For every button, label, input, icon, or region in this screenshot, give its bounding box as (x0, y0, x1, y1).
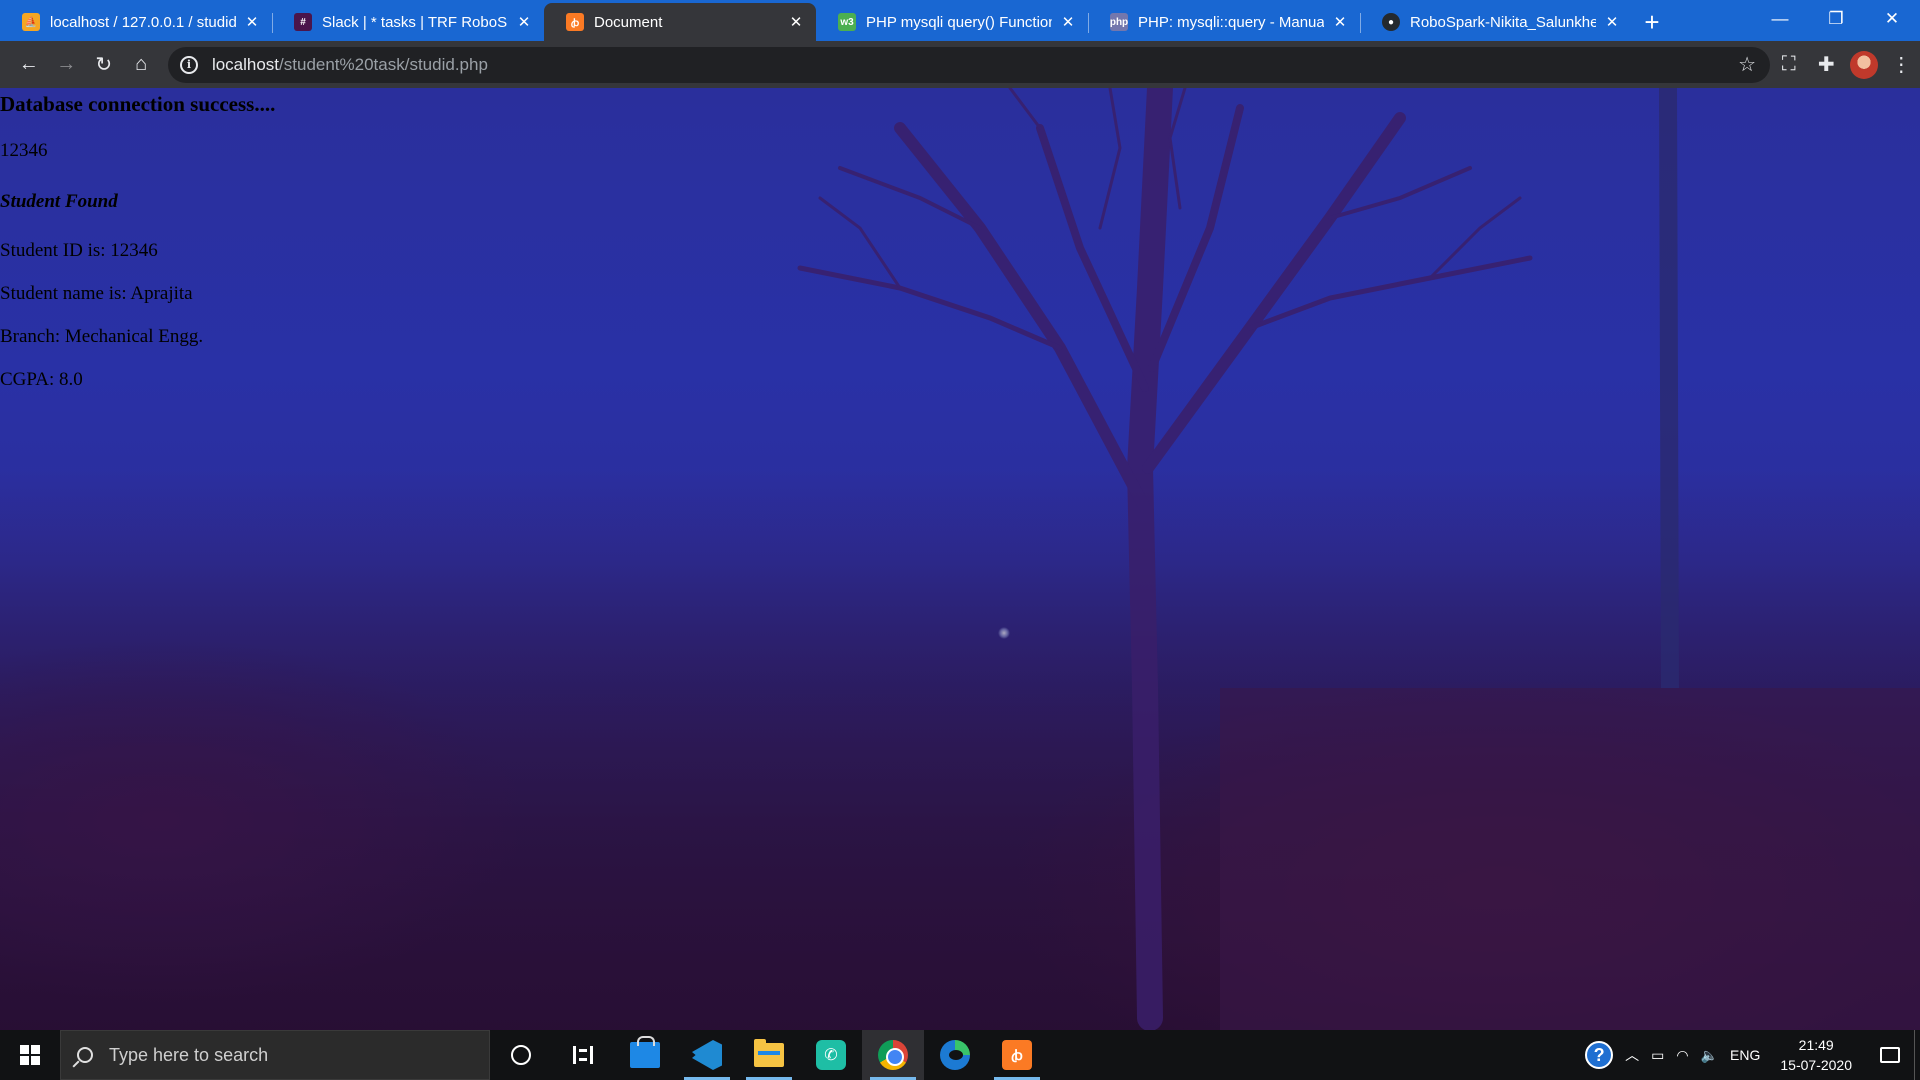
github-icon: ● (1382, 13, 1400, 31)
url-path: /student%20task/studid.php (279, 54, 488, 74)
xampp-button[interactable]: ꞗ (986, 1030, 1048, 1080)
tab-w3schools[interactable]: w3 PHP mysqli query() Function ✕ (816, 3, 1088, 41)
system-tray: ? ︿ ▭ ◠ 🔈 ENG 21:49 15-07-2020 (1579, 1030, 1920, 1080)
chrome-icon (878, 1040, 908, 1070)
echoed-id: 12346 (0, 140, 48, 161)
action-center-button[interactable] (1866, 1030, 1914, 1080)
search-icon (77, 1047, 93, 1063)
wifi-icon[interactable]: ◠ (1670, 1030, 1694, 1080)
tab-document[interactable]: ꞗ Document ✕ (544, 3, 816, 41)
clock[interactable]: 21:49 15-07-2020 (1766, 1035, 1866, 1075)
back-button[interactable]: ← (10, 46, 47, 84)
battery-icon[interactable]: ▭ (1645, 1030, 1670, 1080)
windows-taskbar: Type here to search ✆ ꞗ ? ︿ ▭ ◠ 🔈 ENG 21… (0, 1030, 1920, 1080)
page-viewport: Database connection success.... 12346 St… (0, 88, 1920, 1030)
edge-button[interactable] (924, 1030, 986, 1080)
show-desktop-button[interactable] (1914, 1030, 1920, 1080)
student-id-text: Student ID is: 12346 (0, 240, 158, 261)
tab-strip: ⛵ localhost / 127.0.0.1 / studid ✕ # Sla… (0, 0, 1920, 41)
help-button[interactable]: ? (1579, 1030, 1619, 1080)
tab-title: RoboSpark-Nikita_Salunkhe/ (1410, 13, 1596, 31)
language-indicator[interactable]: ENG (1724, 1030, 1766, 1080)
forward-button[interactable]: → (47, 46, 84, 84)
tab-title: PHP: mysqli::query - Manual (1138, 13, 1324, 31)
chevron-up-icon[interactable]: ︿ (1619, 1030, 1645, 1080)
slack-icon: # (294, 13, 312, 31)
address-bar[interactable]: i localhost/student%20task/studid.php ☆ (167, 46, 1771, 83)
tab-title: PHP mysqli query() Function (866, 13, 1052, 31)
tab-title: Document (594, 13, 663, 31)
close-icon[interactable]: ✕ (514, 12, 534, 32)
whatsapp-button[interactable]: ✆ (800, 1030, 862, 1080)
help-icon: ? (1585, 1041, 1614, 1069)
tab-php-manual[interactable]: php PHP: mysqli::query - Manual ✕ (1088, 3, 1360, 41)
store-icon (630, 1036, 660, 1068)
minimize-button[interactable]: — (1752, 0, 1808, 38)
windows-logo-icon (20, 1045, 40, 1065)
php-icon: php (1110, 13, 1128, 31)
notification-icon (1880, 1047, 1900, 1063)
xampp-icon: ꞗ (566, 13, 584, 31)
volume-icon[interactable]: 🔈 (1695, 1030, 1724, 1080)
browser-toolbar: ← → ↻ ⌂ i localhost/student%20task/studi… (0, 41, 1920, 88)
tab-slack[interactable]: # Slack | * tasks | TRF RoboSpark ✕ (272, 3, 544, 41)
branch-text: Branch: Mechanical Engg. (0, 326, 204, 347)
student-found-label: Student Found (0, 191, 118, 212)
vscode-icon (692, 1040, 722, 1070)
tab-title: Slack | * tasks | TRF RoboSpark (322, 13, 508, 31)
avatar (1849, 50, 1878, 79)
taskbar-search-box[interactable]: Type here to search (60, 1030, 490, 1080)
tab-phpmyadmin[interactable]: ⛵ localhost / 127.0.0.1 / studid ✕ (0, 3, 272, 41)
chrome-button[interactable] (862, 1030, 924, 1080)
w3schools-icon: w3 (838, 13, 856, 31)
edge-icon (940, 1040, 970, 1070)
start-button[interactable] (0, 1030, 60, 1080)
clock-date: 15-07-2020 (1780, 1057, 1852, 1073)
tab-github[interactable]: ● RoboSpark-Nikita_Salunkhe/ ✕ (1360, 3, 1632, 41)
window-controls: — ❐ ✕ (1752, 0, 1920, 38)
connection-status-heading: Database connection success.... (0, 92, 276, 116)
student-name-text: Student name is: Aprajita (0, 283, 193, 304)
tab-title: localhost / 127.0.0.1 / studid (50, 13, 236, 31)
profile-avatar[interactable] (1845, 46, 1882, 84)
folder-icon (754, 1039, 784, 1067)
clock-time: 21:49 (1798, 1037, 1834, 1053)
restore-button[interactable]: ❐ (1808, 0, 1864, 38)
reload-button[interactable]: ↻ (85, 46, 122, 84)
bookmark-star-icon[interactable]: ☆ (1738, 52, 1756, 77)
info-icon[interactable]: i (179, 55, 198, 74)
close-icon[interactable]: ✕ (1330, 12, 1350, 32)
close-window-button[interactable]: ✕ (1864, 0, 1920, 38)
task-view-icon (573, 1046, 593, 1064)
task-view-button[interactable] (552, 1030, 614, 1080)
close-icon[interactable]: ✕ (786, 12, 806, 32)
phpmyadmin-icon: ⛵ (22, 13, 40, 31)
whatsapp-icon: ✆ (816, 1040, 846, 1070)
close-icon[interactable]: ✕ (1602, 12, 1622, 32)
new-tab-button[interactable]: + (1632, 3, 1672, 41)
menu-kebab-icon[interactable]: ⋮ (1883, 46, 1920, 84)
search-placeholder: Type here to search (109, 1044, 269, 1065)
url-host: localhost (211, 54, 280, 74)
cortana-icon (511, 1045, 531, 1065)
close-icon[interactable]: ✕ (242, 12, 262, 32)
home-button[interactable]: ⌂ (122, 46, 159, 84)
close-icon[interactable]: ✕ (1058, 12, 1078, 32)
microsoft-store-button[interactable] (614, 1030, 676, 1080)
fullscreen-icon[interactable]: ⛶ (1770, 46, 1807, 84)
background-tree-image (797, 88, 1920, 1030)
cortana-button[interactable] (490, 1030, 552, 1080)
cgpa-text: CGPA: 8.0 (0, 369, 83, 390)
vscode-button[interactable] (676, 1030, 738, 1080)
file-explorer-button[interactable] (738, 1030, 800, 1080)
xampp-icon: ꞗ (1002, 1040, 1032, 1070)
extensions-puzzle-icon[interactable]: ✚ (1808, 46, 1845, 84)
